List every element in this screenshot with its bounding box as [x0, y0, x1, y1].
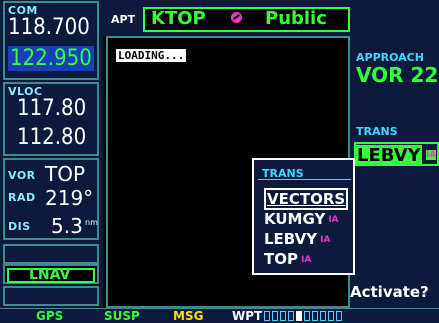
- page-segment: [296, 311, 302, 321]
- msg-annunciator: MSG: [173, 309, 204, 323]
- page-segment: [320, 311, 326, 321]
- popup-item-top[interactable]: TOP IA: [264, 250, 311, 268]
- page-segment: [288, 311, 294, 321]
- activate-prompt[interactable]: Activate?: [350, 283, 429, 301]
- vloc-standby-freq: 112.80: [17, 125, 87, 150]
- approach-value: VOR 22: [356, 63, 439, 87]
- map-status: LOADING...: [116, 49, 187, 62]
- gps-annunciator: GPS: [36, 309, 64, 323]
- page-segment: [328, 311, 334, 321]
- rad-value: 219°: [45, 186, 94, 210]
- popup-item-suffix: IA: [328, 214, 339, 225]
- com-standby-freq[interactable]: 122.950: [8, 46, 94, 71]
- popup-item-lebvy[interactable]: LEBVY IA: [264, 230, 330, 248]
- blank-box-2: [3, 286, 99, 306]
- trans-popup: TRANS VECTORS KUMGY IA LEBVY IA TOP IA: [252, 158, 355, 275]
- nav-mode: LNAV: [29, 267, 71, 283]
- popup-item-kumgy[interactable]: KUMGY IA: [264, 210, 339, 228]
- trans-label: TRANS: [356, 125, 398, 138]
- airport-id[interactable]: KTOP: [151, 8, 206, 29]
- com-box[interactable]: COM 118.700 122.950: [3, 1, 99, 80]
- popup-item-label: KUMGY: [264, 210, 326, 228]
- page-segment: [272, 311, 278, 321]
- airport-symbol-icon: [231, 12, 242, 23]
- page-segment: [280, 311, 286, 321]
- page-indicator: [264, 311, 344, 322]
- wpt-annunciator: WPT: [232, 309, 263, 323]
- dis-value: 5.3: [51, 214, 83, 238]
- nav-mode-box: LNAV: [3, 264, 99, 284]
- popup-item-label: LEBVY: [264, 230, 318, 248]
- page-segment: [312, 311, 318, 321]
- nav-blank-box: [3, 244, 99, 264]
- popup-item-suffix: IA: [320, 234, 331, 245]
- apt-label: APT: [111, 13, 136, 26]
- page-segment: [264, 311, 270, 321]
- dis-unit: nm: [85, 218, 98, 227]
- page-segment: [336, 311, 342, 321]
- popup-item-suffix: IA: [300, 254, 312, 265]
- airport-header: APT KTOP Public: [107, 6, 352, 35]
- popup-item-vectors[interactable]: VECTORS: [264, 188, 349, 210]
- vloc-active-freq: 117.80: [17, 96, 87, 121]
- airport-type: Public: [265, 8, 327, 29]
- trans-value: LEBVY: [356, 145, 422, 166]
- rad-label: RAD: [8, 191, 36, 204]
- vor-box: VOR TOP RAD 219° DIS 5.3 nm: [3, 158, 99, 240]
- vor-ident: TOP: [45, 162, 86, 186]
- vor-label: VOR: [8, 169, 36, 182]
- vloc-box[interactable]: VLOC 117.80 112.80: [3, 82, 99, 156]
- popup-item-label: TOP: [264, 250, 298, 268]
- page-segment: [304, 311, 310, 321]
- trans-field[interactable]: LEBVY IA: [354, 142, 439, 166]
- left-panel: COM 118.700 122.950 VLOC 117.80 112.80 V…: [0, 0, 103, 310]
- right-panel: APPROACH VOR 22 TRANS LEBVY IA Activate?: [350, 0, 439, 310]
- trans-value-suffix: IA: [426, 150, 437, 160]
- popup-item-label: VECTORS: [264, 188, 349, 210]
- com-active-freq: 118.700: [8, 15, 90, 40]
- dis-label: DIS: [8, 220, 31, 233]
- annunciator-bar: GPS SUSP MSG WPT: [0, 308, 439, 323]
- susp-annunciator: SUSP: [104, 309, 140, 323]
